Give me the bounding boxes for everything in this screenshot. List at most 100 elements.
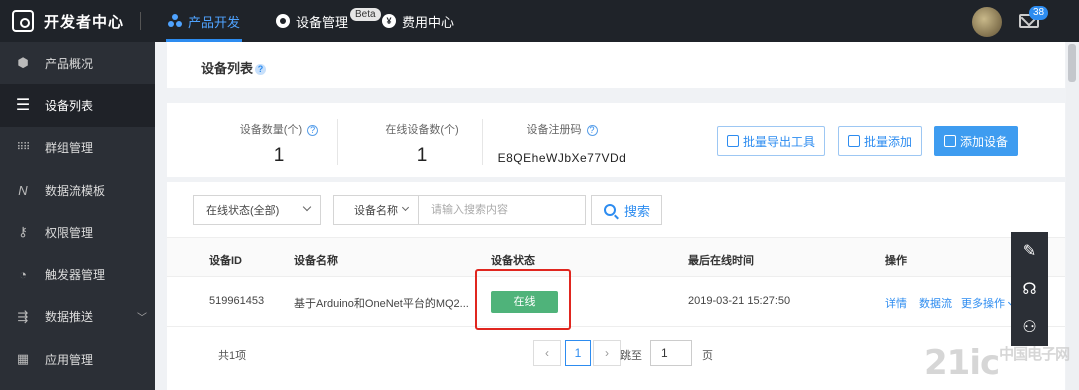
brand-title: 开发者中心 [44,13,125,31]
prev-page-button[interactable]: ‹ [533,340,561,366]
sidebar-item-device-list[interactable]: ☰ 设备列表 [0,84,155,127]
stat-reg-code: 设备注册码 ? E8QEheWJbXe77VDd [497,121,627,165]
watermark-main: 21ic [924,343,1000,383]
total-count: 共1项 [218,350,247,362]
sidebar-item-label: 产品概况 [45,56,94,71]
sidebar-item-trigger-mgmt[interactable]: ◔ 触发器管理 [0,253,155,295]
nav-device-mgmt[interactable]: 设备管理 Beta [276,0,381,42]
cube-icon [944,135,956,147]
search-button-label: 搜索 [624,203,651,219]
copy-icon [848,135,860,147]
grid-dots-icon: ⠿⠿ [16,142,31,154]
status-filter-value: 在线状态(全部) [206,205,280,217]
nav-product-dev[interactable]: 产品开发 [168,0,240,42]
page-title-text: 设备列表 [201,61,254,76]
top-divider [140,12,141,30]
gauge-icon: ◔ [19,267,27,283]
stat-label: 设备数量(个) ? [229,121,329,137]
stats-panel: 设备数量(个) ? 1 在线设备数(个) 1 设备注册码 ? E8QEheWJb… [167,103,1065,177]
brand[interactable]: 开发者中心 [12,0,124,42]
goto-label: 跳至 [620,350,642,362]
watermark-small: 中国电子网 [999,345,1070,363]
status-filter-select[interactable]: 在线状态(全部) [193,195,321,225]
sidebar-item-product-overview[interactable]: ⬢ 产品概况 [0,42,155,84]
nav-fee-center[interactable]: ¥ 费用中心 [382,0,454,42]
chevron-down-icon [302,202,312,212]
chevron-down-icon: ﹀ [137,313,147,325]
cell-device-name: 基于Arduino和OneNet平台的MQ2... [294,298,469,310]
search-field-select[interactable]: 设备名称 [333,195,419,225]
export-icon [727,135,739,147]
col-device-status: 设备状态 [491,255,535,267]
help-icon[interactable]: ? [255,64,267,76]
add-device-button[interactable]: 添加设备 [934,126,1019,156]
sidebar-item-label: 数据推送 [45,310,94,325]
cell-device-id: 519961453 [209,295,265,307]
col-actions: 操作 [885,255,907,267]
sidebar-item-label: 数据流模板 [45,183,106,198]
divider [482,119,483,165]
batch-add-button[interactable]: 批量添加 [838,126,923,156]
divider [337,119,338,165]
sidebar: ⬢ 产品概况 ☰ 设备列表 ⠿⠿ 群组管理 N 数据流模板 ⚷ 权限管理 ◔ 触… [0,42,155,390]
headset-support-icon[interactable]: ☊ [1011,270,1048,308]
batch-add-label: 批量添加 [864,134,913,149]
stat-value: 1 [273,145,285,166]
molecule-icon [168,14,182,28]
sidebar-item-label: 设备列表 [45,98,94,113]
site-watermark: 21ic中国电子网 [924,343,1070,383]
nav-device-label: 设备管理 [296,14,349,30]
more-actions-dropdown[interactable]: 更多操作 [961,295,1016,311]
push-icon: ⇶ [17,308,29,324]
page-unit-label: 页 [702,350,713,362]
page-1-button[interactable]: 1 [565,340,591,366]
sidebar-item-datastream-template[interactable]: N 数据流模板 [0,169,155,211]
user-avatar[interactable] [972,7,1002,37]
main-content: 设备列表? 设备数量(个) ? 1 在线设备数(个) 1 设备注册码 ? E8Q… [155,42,1079,390]
chevron-down-icon [401,203,410,212]
target-icon [276,14,290,28]
batch-export-button[interactable]: 批量导出工具 [717,126,826,156]
mail-count-badge: 38 [1029,6,1049,20]
list-icon: ☰ [15,97,31,115]
col-device-id: 设备ID [209,255,242,267]
stat-label: 设备注册码 ? [497,121,627,137]
search-input[interactable] [418,195,586,225]
stat-label-text: 设备数量(个) [239,124,303,136]
sidebar-item-group-mgmt[interactable]: ⠿⠿ 群组管理 [0,127,155,169]
more-actions-label: 更多操作 [961,298,1005,310]
vertical-scrollbar[interactable] [1066,42,1079,390]
detail-link[interactable]: 详情 [885,295,907,311]
search-field-value: 设备名称 [354,205,398,217]
next-page-button[interactable]: › [593,340,621,366]
sidebar-item-permission-mgmt[interactable]: ⚷ 权限管理 [0,211,155,253]
cell-last-online: 2019-03-21 15:27:50 [688,295,791,307]
top-bar: 开发者中心 产品开发 设备管理 Beta ¥ 费用中心 38 [0,0,1079,42]
sidebar-item-label: 群组管理 [45,141,94,156]
add-device-label: 添加设备 [960,134,1009,149]
search-button[interactable]: 搜索 [591,195,662,225]
datastream-icon: N [18,182,28,198]
highlight-annotation-box [475,269,571,330]
col-last-online: 最后在线时间 [688,255,754,267]
sidebar-item-data-push[interactable]: ⇶ 数据推送 ﹀ [0,296,155,338]
help-icon[interactable]: ? [586,124,598,136]
stat-device-count: 设备数量(个) ? 1 [229,121,329,167]
scrollbar-thumb[interactable] [1068,44,1076,82]
sidebar-item-app-mgmt[interactable]: ▦ 应用管理 [0,338,155,380]
stat-value: 1 [416,145,428,166]
stat-label: 在线设备数(个) [385,124,459,136]
edit-pen-icon[interactable]: ✎ [1011,232,1048,270]
stat-label-text: 设备注册码 [526,124,582,136]
add-user-icon[interactable]: ⚇ [1011,308,1048,346]
table-header: 设备ID 设备名称 设备状态 最后在线时间 操作 [167,237,1065,277]
datastream-link[interactable]: 数据流 [919,295,952,311]
beta-badge: Beta [350,7,381,21]
help-icon[interactable]: ? [307,124,319,136]
page-title: 设备列表? [201,58,267,77]
reg-code-value[interactable]: E8QEheWJbXe77VDd [497,151,627,165]
table-row: 519961453 基于Arduino和OneNet平台的MQ2... 在线 2… [167,269,1065,330]
apps-icon: ▦ [16,351,30,367]
page-header: 设备列表? [167,42,1065,88]
goto-page-input[interactable] [650,340,692,366]
